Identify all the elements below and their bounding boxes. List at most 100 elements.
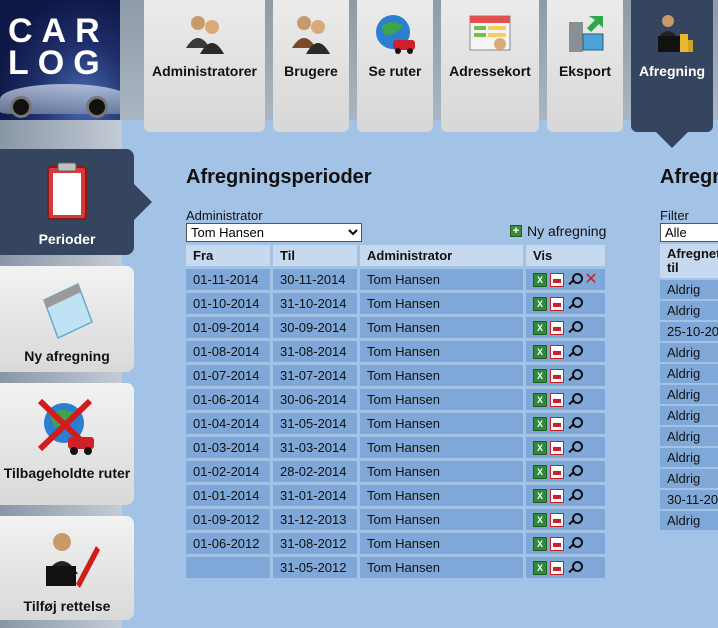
sidebar-item-tilfoej-rettelse[interactable]: Tilføj rettelse <box>0 516 134 620</box>
cell-administrator: Tom Hansen <box>360 533 523 554</box>
column-header-afregnet-til[interactable]: Afregnet til <box>660 244 718 278</box>
globe-car-cross-icon <box>37 398 94 455</box>
pdf-icon[interactable] <box>550 537 564 552</box>
cell-administrator: Tom Hansen <box>360 413 523 434</box>
pdf-icon[interactable] <box>550 369 564 384</box>
clipboard-icon <box>47 162 87 220</box>
magnifier-icon[interactable] <box>567 369 583 383</box>
magnifier-icon[interactable] <box>567 345 583 359</box>
pdf-icon[interactable] <box>550 345 564 360</box>
column-header-fra[interactable]: Fra <box>186 245 270 266</box>
excel-icon[interactable]: X <box>533 417 547 432</box>
sidebar-item-ny-afregning[interactable]: Ny afregning <box>0 266 134 372</box>
pdf-icon[interactable] <box>550 489 564 504</box>
magnifier-icon[interactable] <box>567 513 583 527</box>
pdf-icon[interactable] <box>550 321 564 336</box>
filter-select[interactable]: Alle <box>660 223 718 242</box>
table-row: 25-10-20 <box>660 322 718 341</box>
magnifier-icon[interactable] <box>567 321 583 335</box>
pdf-icon[interactable] <box>550 441 564 456</box>
cell-actions: X <box>526 341 605 362</box>
pdf-icon[interactable] <box>550 297 564 312</box>
users-icon <box>292 16 330 54</box>
excel-icon[interactable]: X <box>533 465 547 480</box>
cell-administrator: Tom Hansen <box>360 269 523 290</box>
pdf-icon[interactable] <box>550 465 564 480</box>
cell-administrator: Tom Hansen <box>360 293 523 314</box>
cell-fra: 01-08-2014 <box>186 341 270 362</box>
address-card-icon <box>469 15 511 51</box>
cell-til: 31-01-2014 <box>273 485 357 506</box>
administrator-label: Administrator <box>186 208 263 223</box>
excel-icon[interactable]: X <box>533 273 547 288</box>
sidebar-item-tilbageholdte-ruter[interactable]: Tilbageholdte ruter <box>0 383 134 505</box>
notepad-icon <box>43 282 93 340</box>
nav-tab-label: Administratorer <box>151 63 258 79</box>
excel-icon[interactable]: X <box>533 537 547 552</box>
nav-tab-label: Afregning <box>638 63 706 79</box>
cell-actions: X <box>526 509 605 530</box>
nav-tab-eksport[interactable]: Eksport <box>547 0 623 132</box>
table-row: 01-02-2014 28-02-2014 Tom Hansen X <box>186 461 605 482</box>
delete-icon[interactable]: ✕ <box>584 272 598 288</box>
magnifier-icon[interactable] <box>567 441 583 455</box>
cell-administrator: Tom Hansen <box>360 485 523 506</box>
cell-afregnet-til: Aldrig <box>660 427 718 446</box>
table-row: 01-07-2014 31-07-2014 Tom Hansen X <box>186 365 605 386</box>
cell-fra: 01-09-2014 <box>186 317 270 338</box>
briefcase-money-icon <box>658 15 693 52</box>
table-row: 31-05-2012 Tom Hansen X <box>186 557 605 578</box>
cell-afregnet-til: 30-11-20 <box>660 490 718 509</box>
nav-tab-se-ruter[interactable]: Se ruter <box>357 0 433 132</box>
magnifier-icon[interactable] <box>567 297 583 311</box>
nav-tab-afregning[interactable]: Afregning <box>631 0 713 132</box>
cell-fra: 01-11-2014 <box>186 269 270 290</box>
table-row: 01-06-2012 31-08-2012 Tom Hansen X <box>186 533 605 554</box>
excel-icon[interactable]: X <box>533 441 547 456</box>
cell-administrator: Tom Hansen <box>360 461 523 482</box>
cell-til: 30-09-2014 <box>273 317 357 338</box>
excel-icon[interactable]: X <box>533 297 547 312</box>
cell-til: 28-02-2014 <box>273 461 357 482</box>
excel-icon[interactable]: X <box>533 561 547 576</box>
magnifier-icon[interactable] <box>567 393 583 407</box>
magnifier-icon[interactable] <box>567 273 583 287</box>
sidebar-item-label: Tilføj rettelse <box>23 598 111 614</box>
pdf-icon[interactable] <box>550 393 564 408</box>
table-row: 01-06-2014 30-06-2014 Tom Hansen X <box>186 389 605 410</box>
excel-icon[interactable]: X <box>533 393 547 408</box>
magnifier-icon[interactable] <box>567 417 583 431</box>
new-settlement-label: Ny afregning <box>527 223 607 239</box>
cell-actions: X <box>526 365 605 386</box>
cell-til: 31-10-2014 <box>273 293 357 314</box>
excel-icon[interactable]: X <box>533 321 547 336</box>
pdf-icon[interactable] <box>550 417 564 432</box>
cell-afregnet-til: Aldrig <box>660 280 718 299</box>
magnifier-icon[interactable] <box>567 465 583 479</box>
pdf-icon[interactable] <box>550 513 564 528</box>
table-row: 30-11-20 <box>660 490 718 509</box>
carlog-logo[interactable]: CAR LOG <box>0 0 120 120</box>
cell-fra: 01-06-2012 <box>186 533 270 554</box>
pdf-icon[interactable] <box>550 273 564 288</box>
sidebar-item-perioder[interactable]: Perioder <box>0 149 152 255</box>
magnifier-icon[interactable] <box>567 489 583 503</box>
nav-tab-administratorer[interactable]: Administratorer <box>144 0 265 132</box>
column-header-vis: Vis <box>526 245 605 266</box>
nav-tab-brugere[interactable]: Brugere <box>273 0 349 132</box>
pdf-icon[interactable] <box>550 561 564 576</box>
excel-icon[interactable]: X <box>533 489 547 504</box>
column-header-til[interactable]: Til <box>273 245 357 266</box>
table-row: 01-11-2014 30-11-2014 Tom Hansen X ✕ <box>186 269 605 290</box>
excel-icon[interactable]: X <box>533 345 547 360</box>
excel-icon[interactable]: X <box>533 513 547 528</box>
magnifier-icon[interactable] <box>567 561 583 575</box>
column-header-administrator[interactable]: Administrator <box>360 245 523 266</box>
cell-afregnet-til: 25-10-20 <box>660 322 718 341</box>
new-settlement-link[interactable]: + Ny afregning <box>510 223 606 239</box>
administrator-select[interactable]: Tom Hansen <box>186 223 362 242</box>
nav-tab-adressekort[interactable]: Adressekort <box>441 0 539 132</box>
cell-actions: X <box>526 533 605 554</box>
excel-icon[interactable]: X <box>533 369 547 384</box>
magnifier-icon[interactable] <box>567 537 583 551</box>
